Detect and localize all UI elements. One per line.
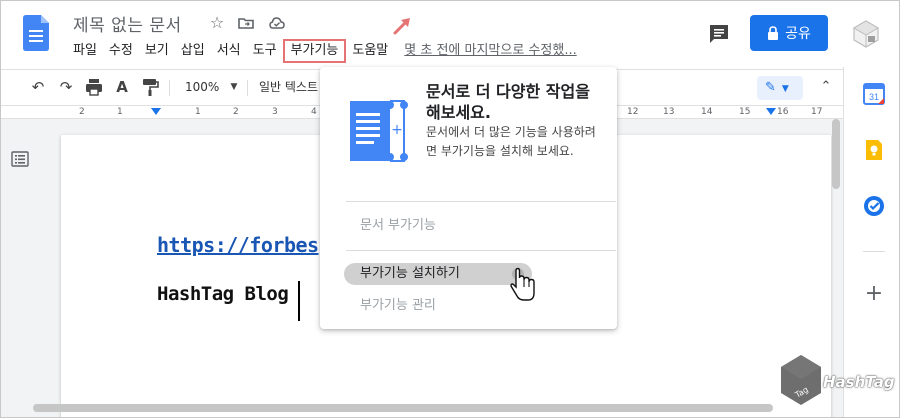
ruler-number: 3 — [272, 107, 278, 117]
paint-format-icon[interactable] — [139, 76, 161, 98]
star-icon[interactable]: ☆ — [208, 14, 226, 32]
ruler-number: 17 — [811, 107, 823, 117]
toolbar-divider — [169, 80, 170, 96]
share-button[interactable]: 공유 — [750, 15, 828, 51]
document-body-text[interactable]: HashTag Blog — [157, 283, 289, 305]
calendar-icon[interactable]: 31 — [863, 83, 885, 105]
menu-tools[interactable]: 도구 — [247, 39, 283, 63]
zoom-select[interactable]: 100% — [185, 78, 219, 96]
mode-dropdown-icon: ▼ — [781, 84, 789, 94]
print-icon[interactable] — [83, 76, 105, 98]
menu-insert[interactable]: 삽입 — [175, 39, 211, 63]
menu-file[interactable]: 파일 — [67, 39, 103, 63]
move-folder-icon[interactable] — [237, 14, 255, 32]
ruler-number: 15 — [739, 107, 751, 117]
ruler-number: 2 — [79, 107, 85, 117]
account-avatar-icon[interactable] — [851, 19, 881, 49]
ruler-number: 4 — [311, 107, 317, 117]
horizontal-scrollbar[interactable] — [33, 404, 773, 412]
spellcheck-icon[interactable]: A — [111, 76, 133, 98]
menu-item-manage-addons[interactable]: 부가기능 관리 — [360, 297, 436, 315]
last-edit-link[interactable]: 몇 초 전에 마지막으로 수정했... — [404, 39, 576, 63]
undo-icon[interactable]: ↶ — [27, 76, 49, 98]
side-panel-divider — [863, 251, 885, 252]
header: 제목 없는 문서 ☆ 파일 수정 보기 삽입 서식 도구 부가기능 도움말 몇 … — [1, 1, 899, 67]
addon-promo-icon: + — [350, 100, 408, 162]
ruler-number: 16 — [777, 107, 789, 117]
svg-text:31: 31 — [869, 92, 879, 102]
menu-format[interactable]: 서식 — [211, 39, 247, 63]
menu-divider — [346, 201, 616, 202]
toolbar-divider — [247, 80, 248, 96]
promo-description: 문서에서 더 많은 기능을 사용하려면 부가기능을 설치해 보세요. — [426, 125, 596, 158]
menu-help[interactable]: 도움말 — [346, 39, 394, 63]
left-indent-marker[interactable] — [151, 108, 161, 115]
hand-cursor-icon — [510, 267, 535, 301]
share-label: 공유 — [785, 26, 811, 42]
lock-icon — [768, 26, 779, 40]
document-link-text[interactable]: https://forbes — [157, 233, 319, 257]
tasks-icon[interactable] — [863, 195, 885, 217]
app-window: 제목 없는 문서 ☆ 파일 수정 보기 삽입 서식 도구 부가기능 도움말 몇 … — [0, 0, 900, 418]
text-cursor — [298, 281, 300, 321]
redo-icon[interactable]: ↷ — [55, 76, 77, 98]
watermark-text: HashTag — [823, 373, 895, 391]
addons-dropdown-menu: + 문서로 더 다양한 작업을 해보세요. 문서에서 더 많은 기능을 사용하려… — [320, 67, 617, 329]
svg-text:+: + — [391, 122, 403, 138]
menu-item-install-addons[interactable]: 부가기능 설치하기 — [360, 265, 460, 283]
promo-title: 문서로 더 다양한 작업을 해보세요. — [426, 82, 590, 122]
document-outline-icon[interactable] — [11, 151, 29, 167]
collapse-menus-icon[interactable]: ⌃ — [815, 76, 837, 98]
menu-divider — [346, 250, 616, 251]
right-indent-marker[interactable] — [766, 108, 776, 115]
menu-view[interactable]: 보기 — [139, 39, 175, 63]
vertical-scrollbar[interactable] — [832, 119, 840, 189]
pointer-arrow-annotation — [393, 18, 410, 35]
add-addon-icon[interactable]: + — [863, 283, 885, 305]
ruler-number: 1 — [195, 107, 201, 117]
comment-history-icon[interactable] — [707, 23, 731, 45]
document-title[interactable]: 제목 없는 문서 — [73, 11, 182, 36]
ruler-number: 13 — [663, 107, 675, 117]
zoom-dropdown-icon[interactable]: ▼ — [223, 76, 245, 98]
menu-edit[interactable]: 수정 — [103, 39, 139, 63]
pencil-icon: ✎ — [765, 80, 776, 95]
ruler-number: 14 — [701, 107, 713, 117]
keep-icon[interactable] — [863, 139, 885, 161]
ruler-number: 2 — [233, 107, 239, 117]
docs-logo-icon[interactable] — [23, 15, 49, 51]
ruler-number: 12 — [627, 107, 639, 117]
menu-item-docs-addons[interactable]: 문서 부가기능 — [360, 217, 436, 235]
menu-addons[interactable]: 부가기능 — [282, 39, 347, 63]
editing-mode-button[interactable]: ✎ ▼ — [757, 76, 803, 100]
paragraph-style-select[interactable]: 일반 텍스트 — [259, 78, 318, 96]
ruler-number: 1 — [117, 107, 123, 117]
cloud-saved-icon[interactable] — [268, 14, 286, 32]
menu-bar: 파일 수정 보기 삽입 서식 도구 부가기능 도움말 몇 초 전에 마지막으로 … — [67, 39, 577, 63]
